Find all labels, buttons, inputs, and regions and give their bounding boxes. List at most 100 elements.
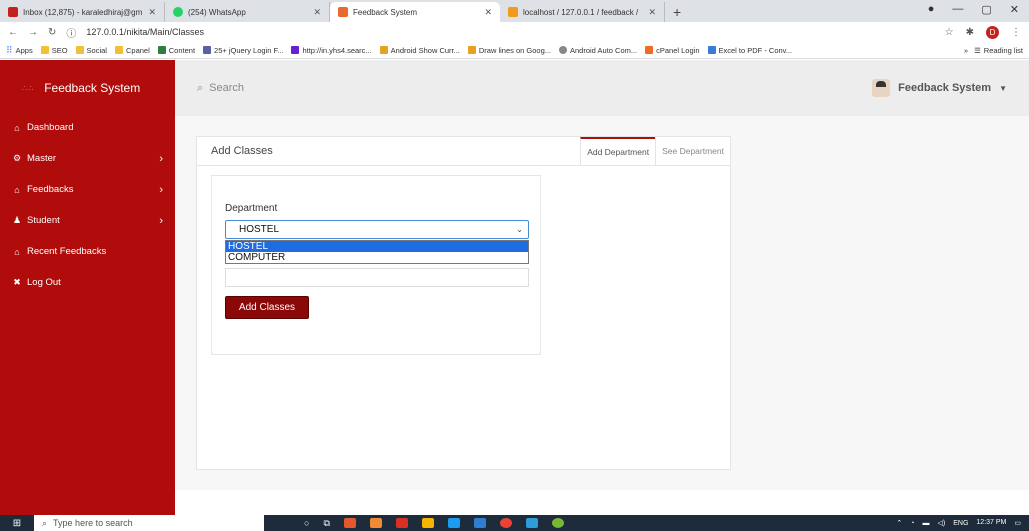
apps-grid-icon: ⠿: [6, 44, 13, 55]
bookmark-item[interactable]: Draw lines on Goog...: [467, 46, 551, 55]
app-icon[interactable]: [421, 518, 434, 528]
cortana-icon[interactable]: ○: [304, 518, 309, 528]
user-menu[interactable]: Feedback System ▼: [872, 79, 1007, 97]
taskbar-search[interactable]: ⌕ Type here to search: [34, 515, 264, 531]
close-icon[interactable]: ✕: [313, 7, 321, 18]
app-icon[interactable]: [551, 518, 564, 528]
page-title: Add Classes: [211, 145, 273, 157]
reading-list-icon: ☰: [974, 45, 981, 55]
chevron-right-icon: ›: [159, 152, 163, 165]
bookmark-item[interactable]: Social: [75, 46, 107, 55]
class-name-input[interactable]: [225, 268, 529, 287]
bookmark-item[interactable]: Content: [157, 46, 195, 55]
close-icon[interactable]: ✕: [484, 7, 492, 18]
url-field[interactable]: 127.0.0.1/nikita/Main/Classes: [86, 27, 204, 37]
bookmark-item[interactable]: http://in.yhs4.searc...: [291, 46, 372, 55]
new-tab-icon[interactable]: +: [665, 2, 689, 22]
folder-icon: [40, 46, 49, 54]
maximize-icon[interactable]: ▢: [981, 3, 991, 16]
search-box[interactable]: ⌕ Search: [197, 82, 244, 95]
tab-phpmyadmin[interactable]: localhost / 127.0.0.1 / feedback / ✕: [500, 2, 665, 22]
sidebar-item-label: Recent Feedbacks: [27, 246, 107, 257]
add-classes-button[interactable]: Add Classes: [225, 296, 309, 319]
department-selected-value: HOSTEL: [239, 224, 280, 235]
menu-icon[interactable]: ⋮: [1011, 27, 1021, 38]
close-icon[interactable]: ✕: [648, 7, 656, 18]
bookmark-item[interactable]: Cpanel: [114, 46, 150, 55]
network-icon[interactable]: ◔: [910, 520, 914, 527]
language-indicator[interactable]: ENG: [953, 520, 968, 527]
bookmark-item[interactable]: Android Auto Com...: [559, 46, 637, 55]
content-icon: [157, 46, 166, 54]
app-icon[interactable]: [447, 518, 460, 528]
app-icon[interactable]: [395, 518, 408, 528]
windows-taskbar: ⊞ ⌕ Type here to search ○ ⧉ ⌃ ◔ ▬ ◁) ENG…: [0, 515, 1029, 531]
caret-down-icon: ▼: [999, 83, 1007, 93]
reading-list[interactable]: ☰ Reading list: [974, 46, 1023, 55]
department-options: HOSTEL COMPUTER: [225, 240, 529, 264]
windows-start-icon[interactable]: ⊞: [0, 518, 34, 529]
tab-see-department[interactable]: See Department: [655, 137, 730, 165]
extensions-icon[interactable]: ✱: [966, 27, 974, 38]
record-icon[interactable]: ●: [928, 3, 935, 16]
tab-gmail[interactable]: Inbox (12,875) - karaledhiraj@gm ✕: [0, 2, 165, 22]
close-icon[interactable]: ✕: [148, 7, 156, 18]
clock[interactable]: 12:37 PM: [976, 519, 1006, 527]
sidebar-item-label: Dashboard: [27, 122, 74, 133]
task-view-icon[interactable]: ⧉: [323, 518, 329, 529]
panel-tabs: Add Department See Department: [580, 137, 730, 165]
forward-icon[interactable]: →: [28, 27, 38, 38]
avatar: [872, 79, 891, 97]
close-window-icon[interactable]: ✕: [1010, 3, 1019, 16]
app-icon[interactable]: [343, 518, 356, 528]
chrome-icon[interactable]: [499, 518, 512, 528]
option-computer[interactable]: COMPUTER: [226, 252, 528, 263]
sidebar-item-feedbacks[interactable]: ⌂ Feedbacks ›: [0, 174, 175, 205]
reload-icon[interactable]: ↻: [48, 27, 56, 38]
bookmark-item[interactable]: Excel to PDF - Conv...: [707, 46, 792, 55]
user-name: Feedback System: [898, 82, 992, 94]
jquery-icon: [203, 46, 212, 54]
tab-add-department[interactable]: Add Department: [580, 137, 656, 165]
bookmarks-bar: ⠿ Apps SEO Social Cpanel Content 25+ jQue…: [0, 42, 1029, 59]
file-explorer-icon[interactable]: [525, 518, 538, 528]
battery-icon[interactable]: ▬: [923, 520, 930, 527]
phpmyadmin-icon: [508, 7, 518, 17]
home-icon: ⌂: [14, 122, 20, 133]
android-icon: [559, 46, 567, 54]
more-bookmarks-icon[interactable]: »: [964, 46, 968, 55]
vscode-icon[interactable]: [473, 518, 486, 528]
class-form: Department HOSTEL ⌄ HOSTEL COMPUTER Add …: [211, 175, 541, 355]
sidebar-item-master[interactable]: ⚙ Master ›: [0, 143, 175, 174]
bookmark-item[interactable]: Android Show Curr...: [379, 46, 460, 55]
star-icon[interactable]: ☆: [945, 27, 954, 38]
sidebar-item-label: Student: [27, 215, 60, 226]
tab-feedback-system[interactable]: Feedback System ✕: [330, 2, 500, 22]
notifications-icon[interactable]: ▭: [1014, 519, 1021, 527]
profile-avatar[interactable]: D: [986, 25, 999, 39]
sidebar-item-dashboard[interactable]: ⌂ Dashboard: [0, 112, 175, 143]
sidebar-item-recent-feedbacks[interactable]: ⌂ Recent Feedbacks: [0, 236, 175, 267]
bookmark-item[interactable]: 25+ jQuery Login F...: [203, 46, 283, 55]
sidebar-item-label: Feedbacks: [27, 184, 74, 195]
bank-icon: ⌂: [14, 184, 20, 195]
volume-icon[interactable]: ◁): [938, 519, 946, 527]
option-hostel[interactable]: HOSTEL: [226, 241, 528, 252]
bookmark-item[interactable]: SEO: [40, 46, 68, 55]
footer-strip: [175, 490, 1029, 515]
department-select[interactable]: HOSTEL ⌄: [225, 220, 529, 239]
minimize-icon[interactable]: —: [952, 3, 963, 16]
chevron-right-icon: ›: [159, 214, 163, 227]
brand[interactable]: ∴∴ Feedback System: [0, 60, 175, 116]
sidebar-item-student[interactable]: ♟ Student ›: [0, 205, 175, 236]
info-icon[interactable]: ⓘ: [66, 25, 76, 40]
back-icon[interactable]: ←: [8, 27, 18, 38]
app-icon[interactable]: [369, 518, 382, 528]
sidebar-item-log-out[interactable]: ✖ Log Out: [0, 267, 175, 298]
bookmark-item[interactable]: cPanel Login: [645, 46, 700, 55]
gear-icon: ⚙: [12, 153, 22, 163]
bookmark-apps[interactable]: ⠿ Apps: [6, 45, 33, 56]
folder-icon: [114, 46, 123, 54]
chevron-up-icon[interactable]: ⌃: [896, 519, 902, 527]
tab-whatsapp[interactable]: (254) WhatsApp ✕: [165, 2, 330, 22]
